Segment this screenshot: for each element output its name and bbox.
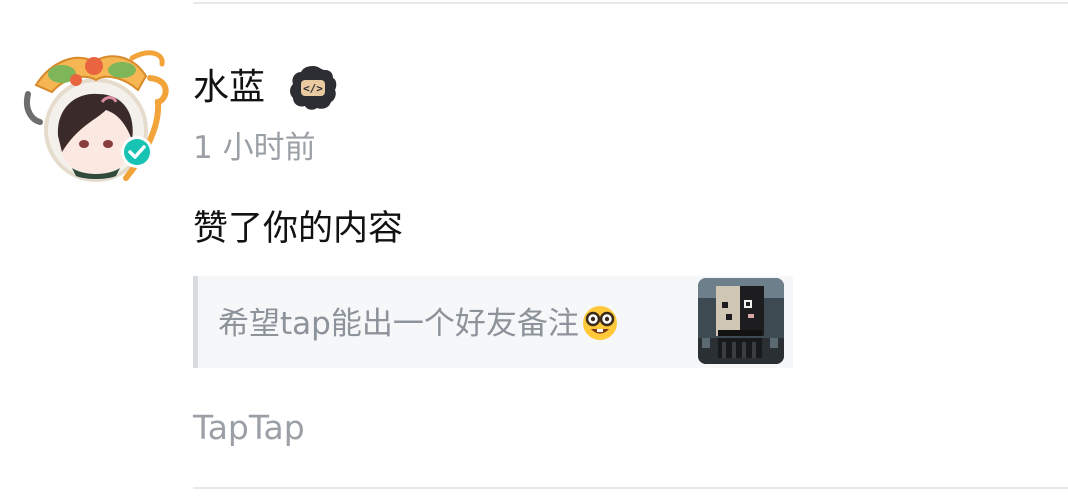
pixel-art-thumbnail[interactable] [698,278,784,364]
verified-check-icon [121,136,153,168]
svg-text:</>: </> [303,82,323,95]
source-label: TapTap [193,408,305,447]
bottom-divider [193,487,1068,489]
top-divider [193,2,1068,4]
action-text: 赞了你的内容 [193,209,404,249]
timestamp: 1 小时前 [193,130,316,166]
quoted-content-card[interactable]: 希望tap能出一个好友备注 [193,276,793,368]
username[interactable]: 水蓝 [193,62,265,114]
quoted-text-body: 希望tap能出一个好友备注 [218,306,579,342]
user-avatar[interactable] [22,40,170,185]
quoted-text: 希望tap能出一个好友备注 [218,302,620,346]
anime-character-avatar-icon [24,50,169,182]
developer-code-badge-icon: </> [287,64,339,112]
nerd-face-emoji [580,302,620,342]
